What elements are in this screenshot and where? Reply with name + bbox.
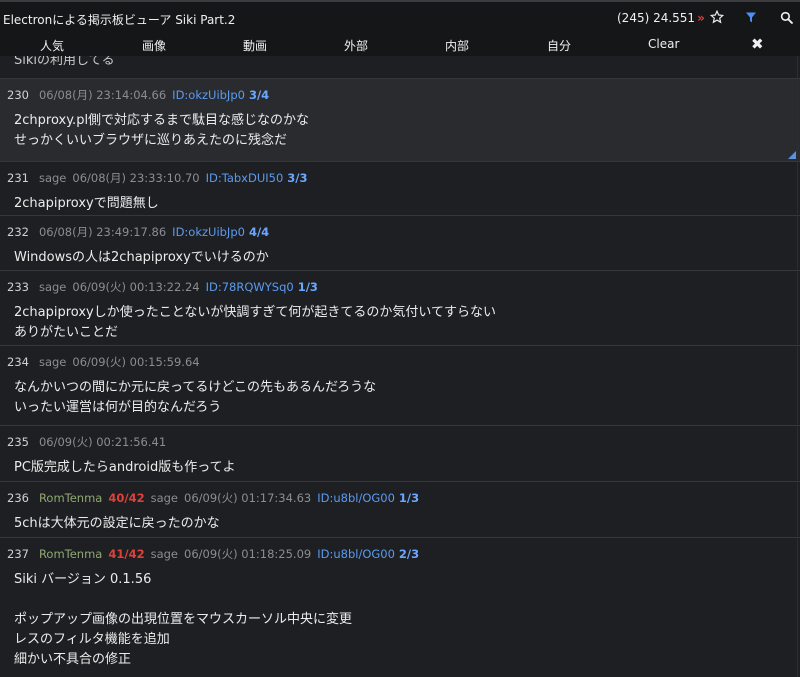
post-date: 06/09(火) 00:13:22.24	[72, 280, 200, 294]
post-line: Siki バージョン 0.1.56	[14, 572, 152, 587]
id-count[interactable]: 3/4	[249, 88, 269, 102]
post-body: Siki バージョン 0.1.56 ポップアップ画像の出現位置をマウスカーソル中…	[14, 570, 352, 670]
tab-external[interactable]: 外部	[344, 37, 368, 54]
tab-bar: 人気 画像 動画 外部 内部 自分 Clear ✖	[0, 34, 800, 56]
post-date: 06/08(月) 23:14:04.66	[38, 88, 167, 102]
post-237[interactable]: 237 RomTenma 41/42 sage 06/09(火) 01:18:25.09…	[0, 537, 800, 677]
post-mail: sage	[150, 491, 178, 505]
post-date: 06/08(月) 23:33:10.70	[72, 171, 200, 185]
post-header: 234 sage 06/09(火) 00:15:59.64	[7, 354, 206, 370]
post-body: なんかいつの間にか元に戻ってるけどこの先もあるんだろうな いったい運営は何が目的…	[14, 378, 376, 418]
top-border	[0, 0, 800, 2]
post-header: 232 06/08(月) 23:49:17.86 ID:okzUibJp0 4/4	[7, 224, 275, 240]
post-line: ポップアップ画像の出現位置をマウスカーソル中央に変更	[14, 612, 353, 627]
name-res-count[interactable]: 41/42	[108, 547, 144, 561]
post-line: PC版完成したらandroid版も作ってよ	[14, 460, 236, 475]
post-id[interactable]: ID:TabxDUI50	[206, 171, 284, 185]
post-line: なんかいつの間にか元に戻ってるけどこの先もあるんだろうな	[14, 380, 377, 395]
name-res-count[interactable]: 40/42	[108, 491, 144, 505]
post-line: 2chproxy.pl側で対応するまで駄目な感じなのかな	[14, 113, 310, 128]
post-235[interactable]: 235 06/09(火) 00:21:56.41 PC版完成したらandroid版…	[0, 425, 800, 481]
post-232[interactable]: 232 06/08(月) 23:49:17.86 ID:okzUibJp0 4/4 W…	[0, 215, 800, 270]
post-line: 5chは大体元の設定に戻ったのかな	[14, 516, 220, 531]
post-id[interactable]: ID:okzUibJp0	[172, 88, 245, 102]
id-count[interactable]: 1/3	[399, 491, 419, 505]
post-number[interactable]: 233	[7, 280, 29, 294]
post-body-fragment: Sikiの利用してる	[14, 56, 115, 68]
post-line: 細かい不具合の修正	[14, 652, 132, 667]
post-line	[14, 590, 352, 610]
post-date: 06/09(火) 00:15:59.64	[72, 355, 200, 369]
post-date: 06/09(火) 01:17:34.63	[184, 491, 312, 505]
post-name: RomTenma	[38, 547, 103, 561]
thread-count: (245) 24.551»	[617, 11, 705, 25]
post-list[interactable]: Sikiの利用してる 230 06/08(月) 23:14:04.66 ID:okz…	[0, 56, 800, 677]
post-id[interactable]: ID:78RQWYSq0	[206, 280, 294, 294]
close-icon[interactable]: ✖	[751, 35, 764, 53]
post-number[interactable]: 235	[7, 435, 29, 449]
post-230[interactable]: 230 06/08(月) 23:14:04.66 ID:okzUibJp0 3/4 2…	[0, 78, 800, 161]
title-bar: Electronによる掲示板ビューア Siki Part.2 (245) 24.…	[0, 0, 800, 34]
post-date: 06/09(火) 00:21:56.41	[38, 435, 167, 449]
post-body: 2chapiproxyで問題無し	[14, 194, 159, 214]
post-231[interactable]: 231 sage 06/08(月) 23:33:10.70 ID:TabxDUI50 3…	[0, 161, 800, 215]
post-line: Windowsの人は2chapiproxyでいけるのか	[14, 250, 269, 265]
post-date: 06/09(火) 01:18:25.09	[184, 547, 312, 561]
id-count[interactable]: 3/3	[287, 171, 307, 185]
tab-clear[interactable]: Clear	[648, 37, 679, 51]
post-line: 2chapiproxyで問題無し	[14, 196, 159, 211]
resize-corner-icon	[788, 151, 796, 159]
post-mail: sage	[38, 355, 67, 369]
post-count: (245) 24.551	[617, 11, 696, 25]
star-icon[interactable]	[707, 7, 727, 27]
tab-images[interactable]: 画像	[142, 37, 166, 54]
post-name: RomTenma	[38, 491, 103, 505]
id-count[interactable]: 2/3	[399, 547, 419, 561]
post-body: 2chproxy.pl側で対応するまで駄目な感じなのかな せっかくいいブラウザに…	[14, 111, 309, 151]
post-236[interactable]: 236 RomTenma 40/42 sage 06/09(火) 01:17:34.63…	[0, 481, 800, 537]
post-234[interactable]: 234 sage 06/09(火) 00:15:59.64 なんかいつの間にか元に戻…	[0, 345, 800, 425]
post-line: ありがたいことだ	[14, 325, 119, 340]
id-count[interactable]: 1/3	[298, 280, 318, 294]
post-header: 237 RomTenma 41/42 sage 06/09(火) 01:18:25.09…	[7, 546, 425, 562]
thread-title: Electronによる掲示板ビューア Siki Part.2	[3, 13, 236, 27]
post-mail: sage	[38, 171, 67, 185]
post-date: 06/08(月) 23:49:17.86	[38, 225, 167, 239]
post-header: 231 sage 06/08(月) 23:33:10.70 ID:TabxDUI50 3…	[7, 170, 314, 186]
post-line: いったい運営は何が目的なんだろう	[14, 400, 222, 415]
post-id[interactable]: ID:okzUibJp0	[172, 225, 245, 239]
search-icon[interactable]	[776, 7, 796, 27]
post-number[interactable]: 230	[7, 88, 29, 102]
post-header: 233 sage 06/09(火) 00:13:22.24 ID:78RQWYSq0 1…	[7, 279, 324, 295]
post-mail: sage	[38, 280, 67, 294]
tab-videos[interactable]: 動画	[243, 37, 267, 54]
post-number[interactable]: 236	[7, 491, 29, 505]
post-number[interactable]: 237	[7, 547, 29, 561]
tab-internal[interactable]: 内部	[445, 37, 469, 54]
filter-icon[interactable]	[741, 7, 761, 27]
post-header: 235 06/09(火) 00:21:56.41	[7, 434, 172, 450]
post-line: せっかくいいブラウザに巡りあえたのに残念だ	[14, 133, 288, 148]
tab-popular[interactable]: 人気	[40, 37, 64, 54]
post-line: レスのフィルタ機能を追加	[14, 632, 170, 647]
post-id[interactable]: ID:u8bl/OG00	[317, 491, 395, 505]
post-mail: sage	[150, 547, 178, 561]
post-id[interactable]: ID:u8bl/OG00	[317, 547, 395, 561]
scrollbar-track[interactable]	[797, 56, 798, 677]
post-header: 236 RomTenma 40/42 sage 06/09(火) 01:17:34.63…	[7, 490, 425, 506]
post-body: 5chは大体元の設定に戻ったのかな	[14, 514, 220, 534]
tab-mine[interactable]: 自分	[547, 37, 571, 54]
post-body: Windowsの人は2chapiproxyでいけるのか	[14, 248, 269, 268]
post-number[interactable]: 232	[7, 225, 29, 239]
scroll-up-icon[interactable]: »	[697, 11, 705, 25]
post-line: 2chapiproxyしか使ったことないが快調すぎて何が起きてるのか気付いてすら…	[14, 305, 496, 320]
post-body: 2chapiproxyしか使ったことないが快調すぎて何が起きてるのか気付いてすら…	[14, 303, 496, 343]
post-header: 230 06/08(月) 23:14:04.66 ID:okzUibJp0 3/4	[7, 87, 275, 103]
id-count[interactable]: 4/4	[249, 225, 269, 239]
post-number[interactable]: 234	[7, 355, 29, 369]
post-number[interactable]: 231	[7, 171, 29, 185]
post-233[interactable]: 233 sage 06/09(火) 00:13:22.24 ID:78RQWYSq0 1…	[0, 270, 800, 345]
post-body: PC版完成したらandroid版も作ってよ	[14, 458, 236, 478]
